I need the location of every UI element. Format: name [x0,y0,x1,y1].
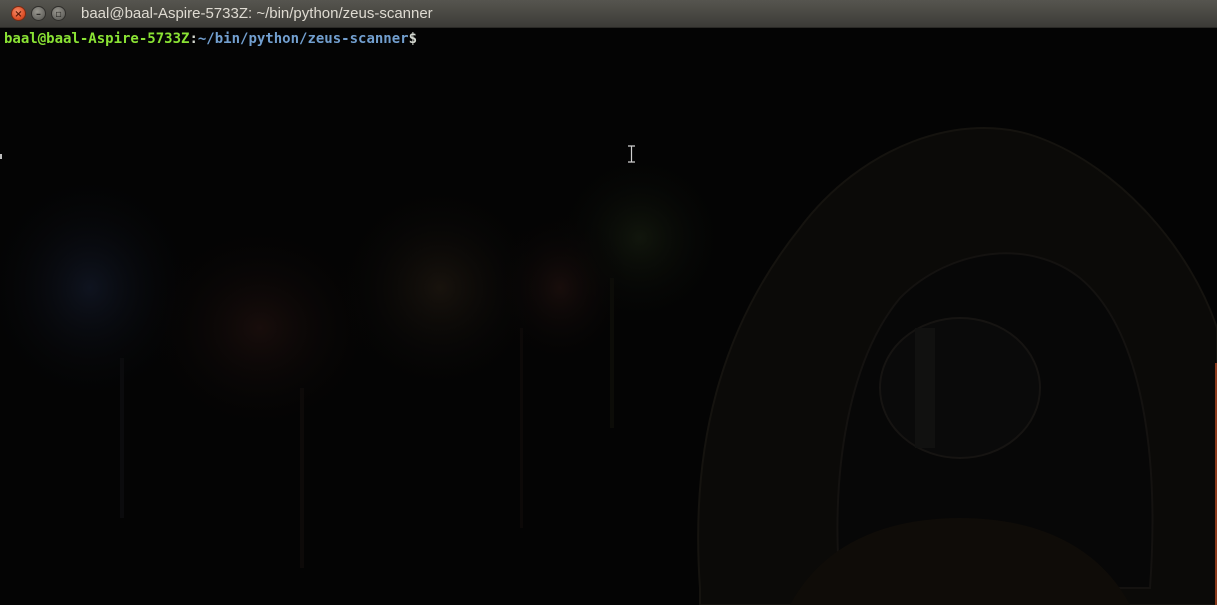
terminal-window: × – ▫ baal@baal-Aspire-5733Z: ~/bin/pyth… [0,0,1217,605]
minimize-icon[interactable]: – [31,6,46,21]
title-bar[interactable]: × – ▫ baal@baal-Aspire-5733Z: ~/bin/pyth… [0,0,1217,28]
prompt-symbol: $ [408,31,418,47]
close-icon[interactable]: × [11,6,26,21]
terminal-area[interactable]: baal@baal-Aspire-5733Z:~/bin/python/zeus… [0,28,1217,605]
maximize-icon[interactable]: ▫ [51,6,66,21]
shell-prompt-line[interactable]: baal@baal-Aspire-5733Z:~/bin/python/zeus… [4,30,417,48]
scroll-marker [0,154,2,159]
background-wallpaper-art [0,127,1217,605]
prompt-user-host: baal@baal-Aspire-5733Z [4,31,190,47]
text-cursor-icon [628,145,635,163]
prompt-path: ~/bin/python/zeus-scanner [197,31,409,47]
window-title: baal@baal-Aspire-5733Z: ~/bin/python/zeu… [81,5,433,22]
prompt-separator: : [189,31,198,47]
